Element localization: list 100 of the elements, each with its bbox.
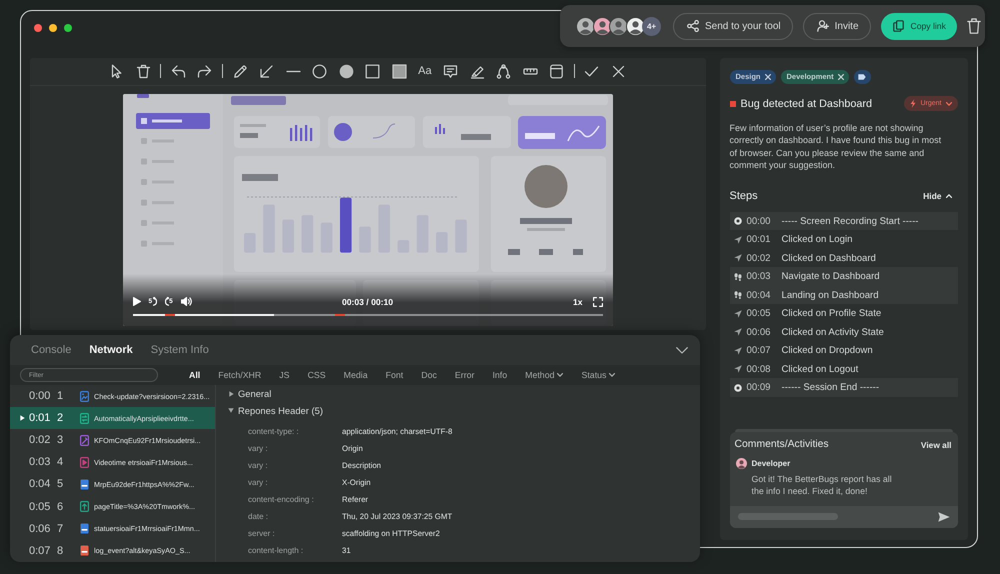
request-time: 0:04: [29, 478, 52, 490]
filter-type-tab[interactable]: Doc: [421, 370, 437, 380]
trash-icon[interactable]: [966, 18, 981, 34]
playback-speed[interactable]: 1x: [573, 296, 582, 306]
header-key: content-type: :: [248, 427, 299, 436]
filter-type-tab[interactable]: All: [189, 370, 200, 380]
footsteps-icon: [734, 272, 742, 281]
steps-heading: Steps: [730, 190, 758, 202]
circle-icon[interactable]: [312, 64, 328, 78]
section-toggle[interactable]: General: [228, 385, 272, 402]
request-index: 1: [57, 390, 64, 402]
highlighter-icon[interactable]: [470, 64, 485, 78]
play-icon[interactable]: [132, 297, 140, 306]
minimize-window-icon[interactable]: [48, 24, 56, 32]
request-index: 2: [57, 412, 64, 424]
remove-icon[interactable]: [838, 74, 844, 80]
invite-button[interactable]: Invite: [802, 12, 871, 40]
bug-marker[interactable]: [334, 314, 345, 316]
devtools-tab[interactable]: System Info: [150, 344, 209, 356]
avatar-icon: [736, 458, 746, 468]
request-index: 5: [57, 478, 64, 490]
chevron-down-icon: [946, 102, 952, 106]
bezier-icon[interactable]: [496, 64, 512, 78]
check-icon[interactable]: [584, 64, 600, 78]
send-icon[interactable]: [938, 512, 950, 522]
header-key: date :: [248, 512, 268, 521]
step-time: 00:06: [746, 326, 772, 338]
step-time: 00:01: [746, 234, 772, 246]
request-time: 0:02: [29, 434, 52, 446]
maximize-window-icon[interactable]: [64, 24, 72, 32]
filter-type-tab[interactable]: CSS: [308, 370, 326, 380]
filter-type-tab[interactable]: Font: [386, 370, 404, 380]
copy-link-button[interactable]: Copy link: [880, 12, 957, 40]
add-tag-button[interactable]: [854, 70, 871, 84]
fullscreen-icon[interactable]: [592, 296, 602, 306]
request-time: 0:00: [29, 390, 52, 402]
chevron-down-icon: [557, 373, 564, 377]
square-icon[interactable]: [365, 64, 380, 78]
bug-marker[interactable]: [165, 314, 176, 316]
devtools-tab[interactable]: Network: [89, 344, 133, 356]
step-time: 00:00: [746, 216, 772, 227]
comment-input-field[interactable]: [730, 506, 958, 528]
step-text: Clicked on Logout: [782, 364, 858, 375]
status-square-icon: [730, 100, 736, 106]
chevron-down-icon[interactable]: [676, 346, 688, 354]
text-tool[interactable]: Aa: [418, 64, 432, 78]
undo-icon[interactable]: [170, 64, 186, 78]
step-time: 00:08: [746, 364, 772, 375]
filter-type-tab[interactable]: Fetch/XHR: [218, 370, 262, 380]
comment-text: Got it! The BetterBugs report has all the info I need. Fixed it, done!: [752, 472, 893, 496]
close-window-icon[interactable]: [34, 24, 42, 32]
request-time: 0:05: [29, 500, 52, 513]
hide-steps-button[interactable]: Hide: [923, 190, 958, 201]
comment-icon[interactable]: [443, 64, 458, 78]
step-text: Clicked on Profile State: [782, 308, 882, 320]
step-time: 00:07: [746, 345, 772, 356]
section-toggle[interactable]: Repones Header (5): [228, 402, 323, 419]
step-text: Clicked on Activity State: [782, 326, 884, 338]
request-index: 4: [57, 456, 64, 468]
filter-type-tab[interactable]: JS: [279, 370, 290, 380]
request-index: 6: [57, 500, 64, 513]
add-user-icon: [816, 20, 829, 32]
step-text: Navigate to Dashboard: [782, 271, 880, 282]
request-time: 0:06: [29, 522, 52, 535]
step-time: 00:09: [746, 382, 772, 394]
step-text: ------ Session End ------: [782, 382, 880, 394]
devtools-tab[interactable]: Console: [31, 344, 72, 356]
filter-type-tab[interactable]: Status: [581, 370, 616, 380]
window-icon[interactable]: [549, 64, 564, 78]
remove-icon[interactable]: [764, 74, 771, 80]
selected-marker-icon: [20, 415, 25, 422]
step-time: 00:05: [746, 308, 772, 320]
request-time: 0:03: [29, 456, 52, 468]
view-all-link[interactable]: View all: [920, 440, 952, 450]
step-time: 00:02: [746, 252, 772, 264]
request-time: 0:01: [29, 412, 52, 424]
extra-avatars-count[interactable]: 4+: [642, 16, 661, 36]
send-to-tool-button[interactable]: Send to your tool: [673, 12, 793, 40]
pencil-icon[interactable]: [232, 64, 248, 78]
step-text: ----- Screen Recording Start -----: [782, 216, 918, 227]
header-key: server :: [248, 529, 275, 538]
filter-type-tab[interactable]: Info: [492, 370, 508, 380]
step-text: Landing on Dashboard: [782, 290, 879, 301]
trash-icon[interactable]: [136, 64, 151, 78]
volume-icon[interactable]: [180, 297, 192, 306]
step-text: Clicked on Dashboard: [782, 252, 876, 264]
step-time: 00:03: [746, 271, 772, 282]
tag-icon: [858, 74, 866, 80]
pointer-icon[interactable]: [109, 64, 124, 78]
filter-type-tab[interactable]: Method: [525, 370, 564, 380]
filter-type-tab[interactable]: Media: [344, 370, 368, 380]
filled-circle-icon[interactable]: [338, 64, 354, 78]
header-key: content-length :: [248, 546, 304, 555]
header-key: vary :: [248, 461, 268, 470]
filter-type-tab[interactable]: Error: [454, 370, 474, 380]
arrow-icon[interactable]: [259, 64, 274, 78]
close-icon[interactable]: [610, 64, 626, 78]
share-icon: [687, 20, 699, 32]
redo-icon[interactable]: [197, 64, 212, 78]
filled-square-icon[interactable]: [392, 64, 407, 78]
